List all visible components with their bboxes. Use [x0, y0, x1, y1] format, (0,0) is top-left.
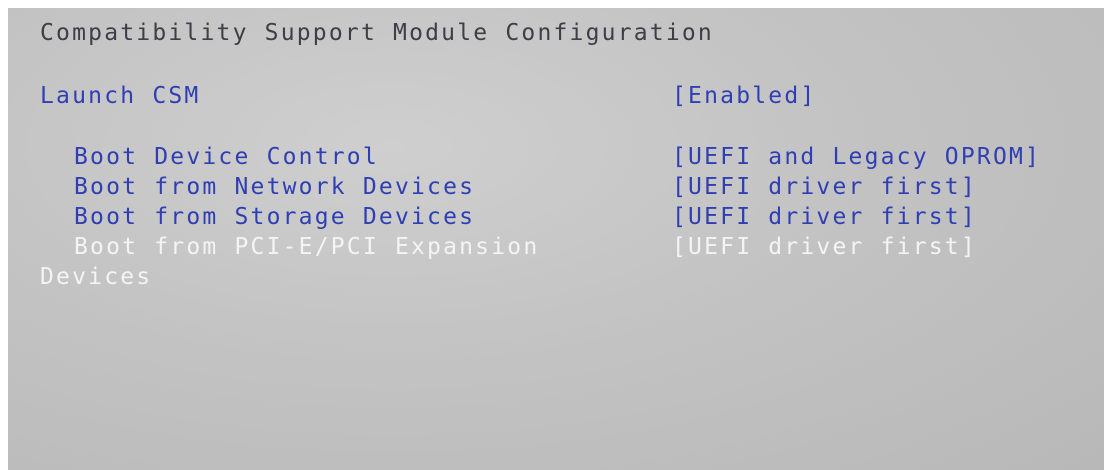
- page-title: Compatibility Support Module Configurati…: [40, 20, 714, 46]
- boot-network-devices-value[interactable]: [UEFI driver first]: [672, 174, 977, 200]
- boot-device-control-value[interactable]: [UEFI and Legacy OPROM]: [672, 144, 1041, 170]
- launch-csm-value[interactable]: [Enabled]: [672, 83, 816, 109]
- launch-csm-label: Launch CSM: [40, 83, 201, 109]
- bios-csm-screen: Compatibility Support Module Configurati…: [8, 8, 1104, 470]
- boot-network-devices-label: Boot from Network Devices: [74, 174, 476, 200]
- boot-pci-expansion-label-continued: Devices: [40, 264, 153, 290]
- boot-pci-expansion-label: Boot from PCI-E/PCI Expansion: [74, 234, 540, 260]
- boot-pci-expansion-value[interactable]: [UEFI driver first]: [672, 234, 977, 260]
- boot-storage-devices-value[interactable]: [UEFI driver first]: [672, 204, 977, 230]
- boot-device-control-label: Boot Device Control: [74, 144, 379, 170]
- boot-storage-devices-label: Boot from Storage Devices: [74, 204, 476, 230]
